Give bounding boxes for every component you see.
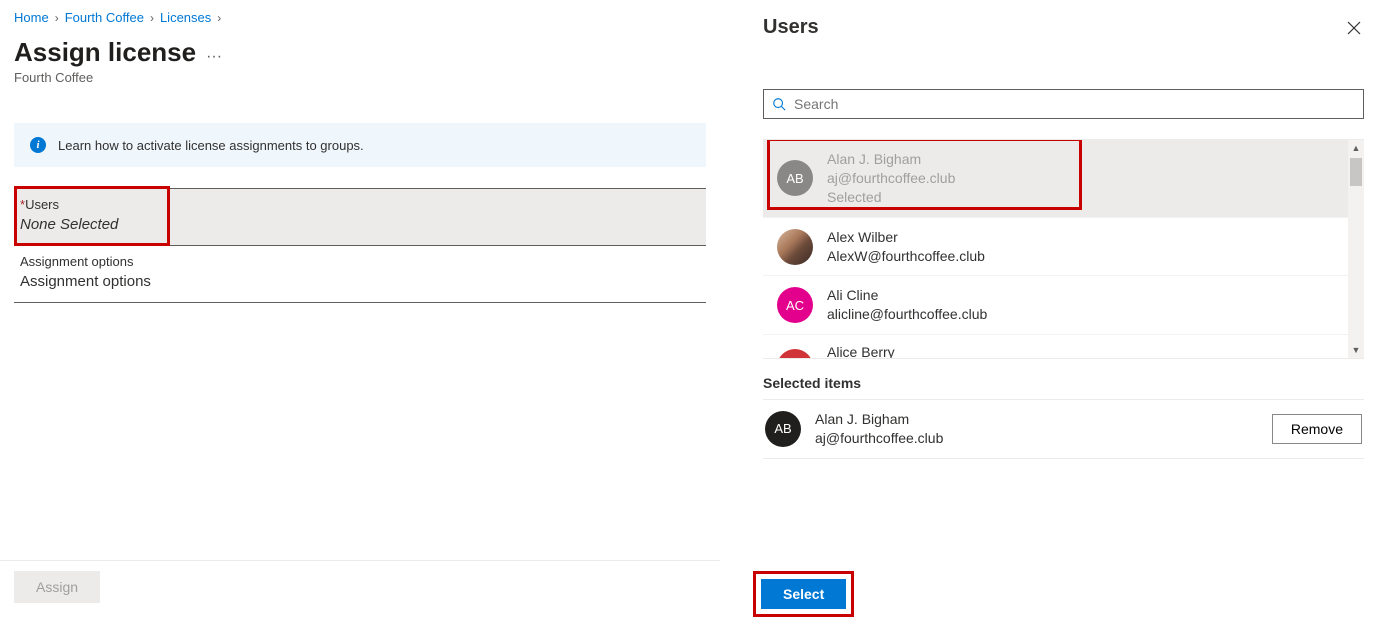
divider	[0, 560, 720, 561]
user-email: aj@fourthcoffee.club	[815, 429, 943, 448]
info-icon: i	[30, 137, 46, 153]
highlight-box: Select	[753, 571, 854, 617]
user-name: Alice Berry	[827, 343, 895, 359]
avatar: AB	[765, 411, 801, 447]
user-email: AlexW@fourthcoffee.club	[827, 247, 985, 266]
options-field-value: Assignment options	[20, 273, 700, 290]
chevron-right-icon: ›	[55, 11, 59, 25]
list-item[interactable]: AB Alan J. Bigham aj@fourthcoffee.club S…	[763, 140, 1364, 218]
breadcrumb-licenses[interactable]: Licenses	[160, 10, 211, 25]
user-status: Selected	[827, 188, 955, 207]
avatar: AB	[777, 160, 813, 196]
info-banner-text: Learn how to activate license assignment…	[58, 138, 364, 153]
selected-item-row: AB Alan J. Bigham aj@fourthcoffee.club R…	[763, 399, 1364, 459]
breadcrumb-fourth-coffee[interactable]: Fourth Coffee	[65, 10, 144, 25]
user-list: AB Alan J. Bigham aj@fourthcoffee.club S…	[763, 139, 1364, 359]
options-field-label: Assignment options	[20, 254, 700, 269]
search-icon	[772, 97, 786, 111]
more-actions-icon[interactable]: ···	[206, 48, 222, 66]
list-item[interactable]: Alex Wilber AlexW@fourthcoffee.club	[763, 218, 1364, 277]
user-email: aj@fourthcoffee.club	[827, 169, 955, 188]
scroll-thumb[interactable]	[1350, 158, 1362, 186]
select-button[interactable]: Select	[761, 579, 846, 609]
info-banner: i Learn how to activate license assignme…	[14, 123, 706, 168]
assignment-options-field[interactable]: Assignment options Assignment options	[14, 246, 706, 303]
chevron-right-icon: ›	[217, 11, 221, 25]
breadcrumb: Home › Fourth Coffee › Licenses ›	[14, 10, 706, 25]
user-name: Alan J. Bigham	[827, 150, 955, 169]
avatar	[777, 229, 813, 265]
selected-items-heading: Selected items	[763, 375, 1364, 391]
list-item[interactable]: AB Alice Berry	[763, 335, 1364, 359]
breadcrumb-home[interactable]: Home	[14, 10, 49, 25]
scrollbar[interactable]: ▲ ▼	[1348, 140, 1364, 358]
highlight-box	[14, 186, 170, 246]
chevron-right-icon: ›	[150, 11, 154, 25]
avatar: AB	[777, 349, 813, 359]
scroll-up-icon[interactable]: ▲	[1348, 140, 1364, 156]
assign-button[interactable]: Assign	[14, 571, 100, 603]
user-email: alicline@fourthcoffee.club	[827, 305, 987, 324]
user-name: Alan J. Bigham	[815, 410, 943, 429]
list-item[interactable]: AC Ali Cline alicline@fourthcoffee.club	[763, 276, 1364, 335]
remove-button[interactable]: Remove	[1272, 414, 1362, 444]
page-subtitle: Fourth Coffee	[14, 70, 706, 85]
user-name: Ali Cline	[827, 286, 987, 305]
search-input[interactable]	[794, 96, 1355, 112]
panel-title: Users	[763, 16, 819, 39]
search-input-wrapper[interactable]	[763, 89, 1364, 119]
users-flyout-panel: Users AB Alan J. Bigham aj@fourthcoffee.…	[741, 0, 1386, 633]
close-icon[interactable]	[1344, 18, 1364, 38]
page-title: Assign license	[14, 37, 196, 68]
scroll-down-icon[interactable]: ▼	[1348, 342, 1364, 358]
users-field[interactable]: *Users None Selected	[14, 188, 706, 246]
user-name: Alex Wilber	[827, 228, 985, 247]
avatar: AC	[777, 287, 813, 323]
